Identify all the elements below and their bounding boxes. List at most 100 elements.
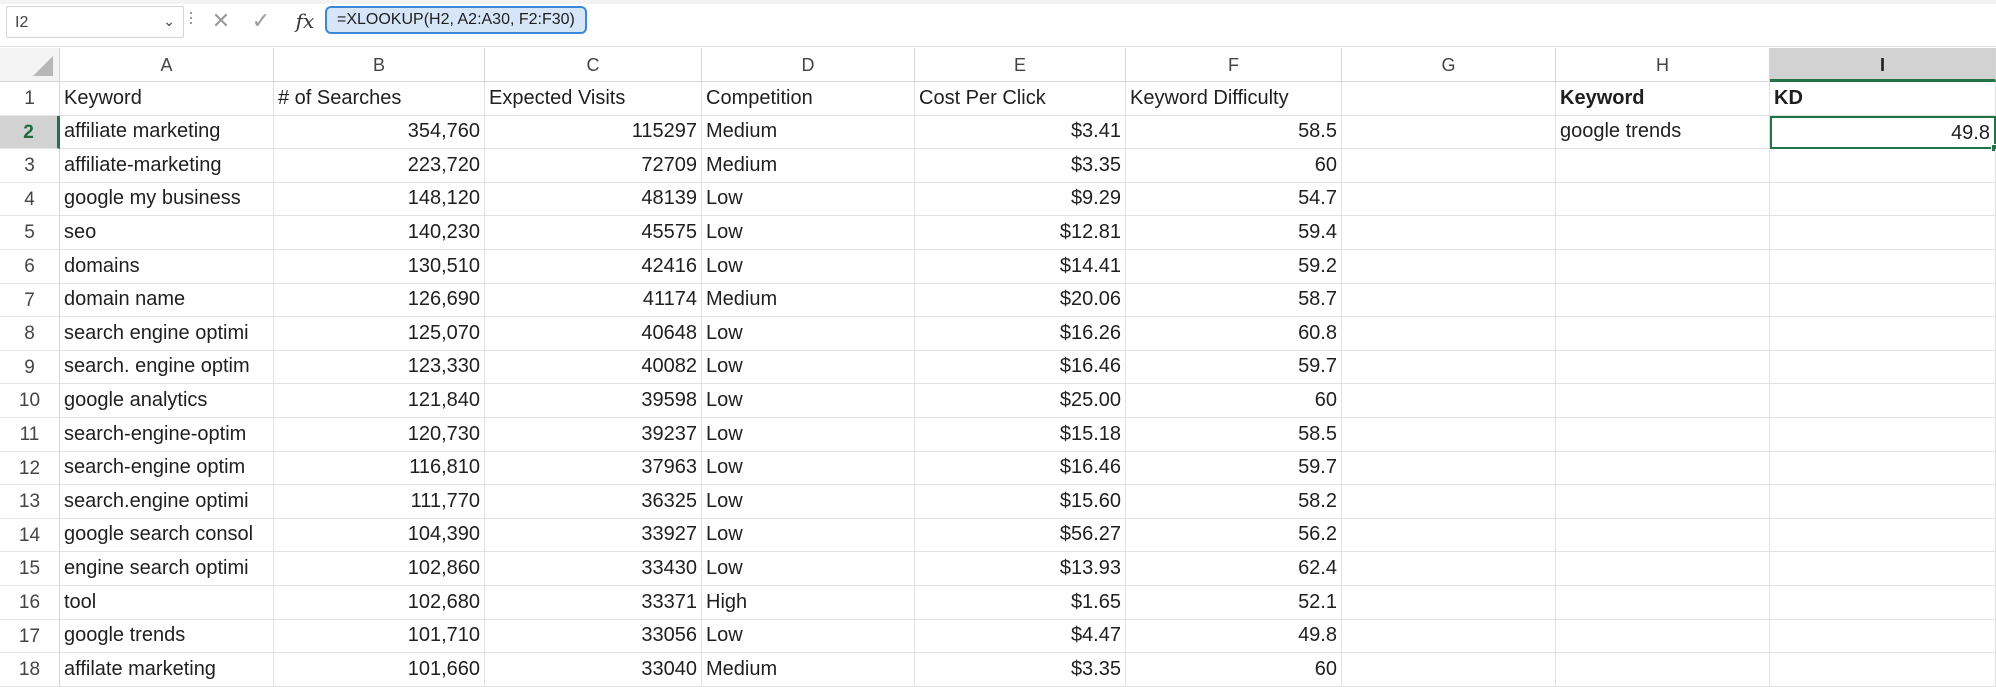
cell[interactable]: Competition: [702, 82, 915, 116]
cell[interactable]: 41174: [485, 284, 702, 317]
row-header[interactable]: 16: [0, 586, 60, 620]
cell[interactable]: [1342, 485, 1556, 519]
drag-handle-icon[interactable]: [190, 12, 192, 30]
row-header[interactable]: 13: [0, 485, 60, 519]
cell[interactable]: 102,860: [274, 552, 485, 586]
column-header-i[interactable]: I: [1770, 48, 1996, 82]
cell[interactable]: $12.81: [915, 216, 1126, 250]
row-header[interactable]: 2: [0, 116, 60, 149]
cell[interactable]: [1556, 485, 1770, 519]
cell[interactable]: google analytics: [60, 384, 274, 418]
cell[interactable]: [1556, 216, 1770, 250]
cell[interactable]: [1556, 452, 1770, 485]
cell[interactable]: 40082: [485, 351, 702, 384]
cell[interactable]: 72709: [485, 149, 702, 183]
row-header[interactable]: 10: [0, 384, 60, 418]
cell[interactable]: [1342, 317, 1556, 351]
cell[interactable]: 125,070: [274, 317, 485, 351]
cell[interactable]: Low: [702, 351, 915, 384]
cell[interactable]: [1342, 82, 1556, 116]
cell[interactable]: affilate marketing: [60, 653, 274, 687]
cell[interactable]: 39237: [485, 418, 702, 452]
cell[interactable]: 37963: [485, 452, 702, 485]
cell[interactable]: [1342, 351, 1556, 384]
cell[interactable]: Low: [702, 552, 915, 586]
cell[interactable]: google search consol: [60, 519, 274, 552]
cell[interactable]: [1770, 216, 1996, 250]
cell[interactable]: [1770, 284, 1996, 317]
cell[interactable]: 40648: [485, 317, 702, 351]
cell[interactable]: search-engine-optim: [60, 418, 274, 452]
cell[interactable]: $9.29: [915, 183, 1126, 216]
cell[interactable]: google trends: [60, 620, 274, 653]
cell[interactable]: [1770, 351, 1996, 384]
cell[interactable]: [1770, 586, 1996, 620]
cell[interactable]: [1342, 284, 1556, 317]
cell[interactable]: 101,660: [274, 653, 485, 687]
cell[interactable]: domain name: [60, 284, 274, 317]
cell[interactable]: affiliate-marketing: [60, 149, 274, 183]
cell[interactable]: Expected Visits: [485, 82, 702, 116]
select-all-button[interactable]: [0, 48, 60, 82]
row-header[interactable]: 4: [0, 183, 60, 216]
cell[interactable]: [1342, 519, 1556, 552]
cell[interactable]: High: [702, 586, 915, 620]
cell[interactable]: Keyword: [1556, 82, 1770, 116]
cell[interactable]: $3.35: [915, 653, 1126, 687]
cell[interactable]: 148,120: [274, 183, 485, 216]
cell[interactable]: [1342, 183, 1556, 216]
cell[interactable]: $15.60: [915, 485, 1126, 519]
cell[interactable]: search. engine optim: [60, 351, 274, 384]
cell[interactable]: google trends: [1556, 116, 1770, 149]
column-header-c[interactable]: C: [485, 48, 702, 82]
cell[interactable]: Low: [702, 452, 915, 485]
row-header[interactable]: 3: [0, 149, 60, 183]
cell[interactable]: Low: [702, 418, 915, 452]
column-header-h[interactable]: H: [1556, 48, 1770, 82]
cell[interactable]: [1770, 620, 1996, 653]
cell[interactable]: [1770, 418, 1996, 452]
cell[interactable]: [1342, 620, 1556, 653]
cell[interactable]: $3.35: [915, 149, 1126, 183]
cell[interactable]: $20.06: [915, 284, 1126, 317]
cell[interactable]: 33430: [485, 552, 702, 586]
cell[interactable]: 102,680: [274, 586, 485, 620]
cell[interactable]: [1556, 519, 1770, 552]
cell[interactable]: 60: [1126, 653, 1342, 687]
cell[interactable]: [1770, 384, 1996, 418]
cell[interactable]: google my business: [60, 183, 274, 216]
cell[interactable]: [1556, 653, 1770, 687]
cell[interactable]: Medium: [702, 116, 915, 149]
cell[interactable]: 36325: [485, 485, 702, 519]
cell[interactable]: 111,770: [274, 485, 485, 519]
cell[interactable]: 42416: [485, 250, 702, 284]
cell[interactable]: 123,330: [274, 351, 485, 384]
cell[interactable]: [1556, 586, 1770, 620]
cell[interactable]: $15.18: [915, 418, 1126, 452]
cell[interactable]: Low: [702, 519, 915, 552]
cell[interactable]: 60: [1126, 149, 1342, 183]
name-box[interactable]: I2 ⌄: [6, 6, 184, 38]
cell[interactable]: 58.2: [1126, 485, 1342, 519]
cell[interactable]: [1770, 317, 1996, 351]
row-header[interactable]: 6: [0, 250, 60, 284]
cell[interactable]: Low: [702, 384, 915, 418]
cell[interactable]: Cost Per Click: [915, 82, 1126, 116]
cell[interactable]: $16.26: [915, 317, 1126, 351]
cell[interactable]: 59.7: [1126, 351, 1342, 384]
cell[interactable]: $25.00: [915, 384, 1126, 418]
cell[interactable]: [1342, 418, 1556, 452]
column-header-g[interactable]: G: [1342, 48, 1556, 82]
cell[interactable]: 101,710: [274, 620, 485, 653]
cell[interactable]: $56.27: [915, 519, 1126, 552]
cell[interactable]: 59.2: [1126, 250, 1342, 284]
cell[interactable]: [1342, 250, 1556, 284]
cell[interactable]: Low: [702, 250, 915, 284]
cell[interactable]: 59.7: [1126, 452, 1342, 485]
cell[interactable]: 39598: [485, 384, 702, 418]
cell[interactable]: [1342, 552, 1556, 586]
cell[interactable]: 56.2: [1126, 519, 1342, 552]
cell[interactable]: [1556, 620, 1770, 653]
row-header[interactable]: 9: [0, 351, 60, 384]
active-cell[interactable]: 49.8: [1770, 116, 1996, 149]
